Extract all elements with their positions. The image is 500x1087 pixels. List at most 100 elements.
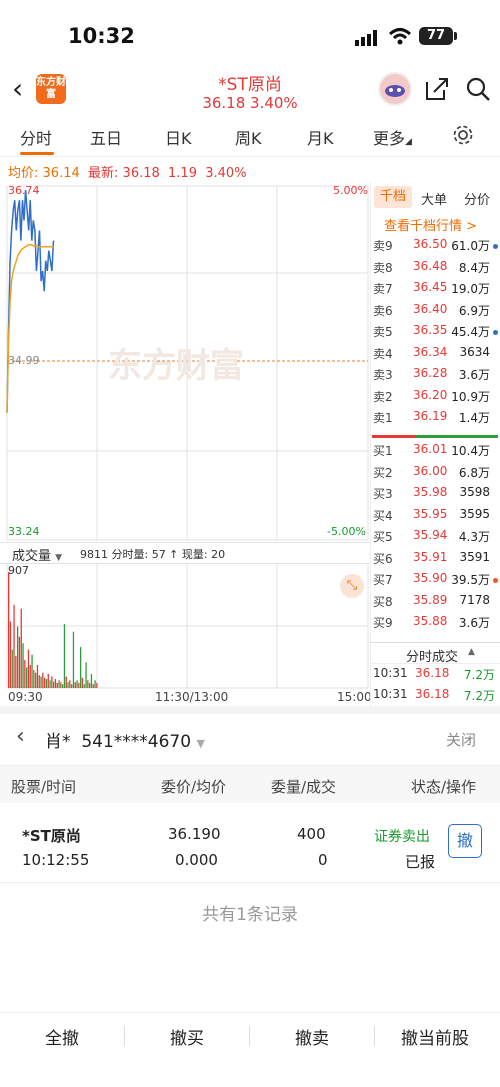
orderbook-row[interactable]: 卖6 36.40 6.9万 bbox=[370, 302, 500, 323]
orderbook-volume: 6.8万 bbox=[458, 465, 490, 480]
col-header-price: 委价/均价 bbox=[161, 778, 227, 796]
expand-icon[interactable]: ⤡ bbox=[340, 574, 364, 598]
orderbook-level: 卖6 bbox=[373, 303, 393, 318]
orderbook-row[interactable]: 买8 35.89 7178 bbox=[370, 593, 500, 614]
tab-weekly-k[interactable]: 周K bbox=[235, 125, 262, 149]
orderbook-volume: 39.5万 bbox=[451, 573, 490, 587]
volume-bar bbox=[35, 672, 37, 688]
orderbook-price: 35.90 bbox=[413, 571, 448, 585]
row-filled: 0 bbox=[318, 851, 328, 869]
orderbook-level: 卖9 bbox=[373, 239, 393, 253]
y-mid-label: 34.99 bbox=[8, 354, 40, 367]
orderbook-row[interactable]: 买6 35.91 3591 bbox=[370, 550, 500, 571]
view-thousand-level-link[interactable]: 查看千档行情 > bbox=[384, 215, 477, 234]
gear-icon[interactable] bbox=[452, 124, 474, 146]
share-icon[interactable] bbox=[424, 76, 450, 102]
orderbook-level: 买9 bbox=[373, 616, 393, 630]
tab-price-distribution[interactable]: 分价 bbox=[464, 189, 490, 208]
orderbook-volume: 3591 bbox=[459, 549, 490, 564]
tab-daily-k[interactable]: 日K bbox=[165, 125, 192, 149]
cancel-order-button[interactable]: 撤 bbox=[448, 824, 482, 858]
orderbook-row[interactable]: 卖5 36.35 45.4万 bbox=[370, 323, 500, 344]
volume-bar bbox=[76, 680, 78, 688]
volume-chart-svg bbox=[6, 564, 369, 689]
volume-dropdown[interactable]: 成交量 ▼ bbox=[12, 545, 62, 564]
orderbook-row[interactable]: 买1 36.01 10.4万 bbox=[370, 442, 500, 463]
orderbook-volume: 3634 bbox=[459, 344, 490, 359]
bid-list: 买1 36.01 10.4万 买2 36.00 6.8万 买3 35.98 3598 买4 35.9… bbox=[370, 442, 500, 642]
orderbook-row[interactable]: 卖4 36.34 3634 bbox=[370, 345, 500, 366]
volume-bar bbox=[65, 676, 67, 688]
row-stock-name: *ST原尚 bbox=[22, 827, 81, 845]
ticks-header[interactable]: 分时成交 ▲ bbox=[370, 642, 500, 665]
row-status: 证券卖出 bbox=[374, 829, 430, 845]
divider bbox=[0, 882, 500, 883]
tab-monthly-k[interactable]: 月K bbox=[307, 125, 334, 149]
orderbook-row[interactable]: 买4 35.95 3595 bbox=[370, 507, 500, 528]
volume-bar bbox=[38, 675, 40, 688]
volume-bar bbox=[11, 649, 13, 688]
orderbook-row[interactable]: 买2 36.00 6.8万 bbox=[370, 464, 500, 485]
orderbook-volume: 6.9万 bbox=[458, 303, 490, 318]
volume-bar bbox=[71, 684, 73, 688]
pct-high-label: 5.00% bbox=[333, 184, 368, 197]
tab-big-orders[interactable]: 大单 bbox=[421, 189, 447, 208]
close-button[interactable]: 关闭 bbox=[446, 729, 476, 750]
avatar[interactable] bbox=[378, 72, 412, 106]
row-time: 10:12:55 bbox=[22, 851, 90, 869]
orderbook-row[interactable]: 卖1 36.19 1.4万 bbox=[370, 409, 500, 430]
orderbook-volume: 3.6万 bbox=[458, 368, 490, 382]
orderbook-level: 买2 bbox=[373, 465, 393, 480]
price-chart[interactable]: 东方财富 36.74 5.00% 34.99 33.24 -5.00% bbox=[0, 182, 370, 542]
orderbook-price: 36.19 bbox=[413, 409, 448, 423]
orderbook-price: 36.34 bbox=[413, 344, 448, 359]
cancel-current-stock-button[interactable]: 撤当前股 bbox=[401, 1024, 469, 1049]
volume-bar bbox=[13, 604, 15, 688]
divider bbox=[374, 1026, 375, 1046]
row-price: 36.190 bbox=[168, 825, 221, 843]
cancel-buys-button[interactable]: 撤买 bbox=[170, 1024, 204, 1049]
orderbook-row[interactable]: 买3 35.98 3598 bbox=[370, 485, 500, 506]
volume-bar bbox=[54, 679, 57, 688]
volume-bar bbox=[29, 665, 31, 688]
tab-more[interactable]: 更多◢ bbox=[373, 125, 412, 149]
divider bbox=[0, 1012, 500, 1013]
volume-bar bbox=[26, 667, 28, 688]
x-label-close: 15:00 bbox=[337, 690, 372, 704]
orderbook-level: 卖7 bbox=[373, 282, 393, 296]
tab-five-day[interactable]: 五日 bbox=[90, 125, 122, 149]
tab-active-indicator bbox=[20, 152, 54, 155]
cancel-all-button[interactable]: 全撤 bbox=[45, 1024, 79, 1049]
battery-icon: 77 bbox=[419, 27, 453, 45]
volume-bar bbox=[24, 659, 26, 688]
orderbook-price: 36.20 bbox=[413, 387, 448, 402]
orderbook-price: 35.98 bbox=[413, 485, 448, 499]
orderbook-volume: 61.0万 bbox=[451, 239, 490, 253]
volume-bar bbox=[72, 631, 75, 688]
volume-bar bbox=[78, 682, 80, 688]
orderbook-row[interactable]: 买7 35.90 39.5万 bbox=[370, 571, 500, 592]
orderbook-level: 买7 bbox=[373, 573, 393, 587]
orderbook-row[interactable]: 卖3 36.28 3.6万 bbox=[370, 366, 500, 387]
tab-intraday[interactable]: 分时 bbox=[20, 125, 52, 149]
volume-chart[interactable]: 907 ⤡ bbox=[0, 564, 370, 689]
volume-bar bbox=[67, 682, 69, 688]
account-back-icon[interactable]: ‹ bbox=[16, 724, 25, 749]
orderbook-row[interactable]: 卖2 36.20 10.9万 bbox=[370, 388, 500, 409]
ask-strength-bar bbox=[372, 435, 416, 438]
volume-bar bbox=[94, 680, 96, 688]
tab-thousand-level[interactable]: 千档 bbox=[374, 186, 412, 208]
orderbook-price: 35.94 bbox=[413, 528, 448, 542]
orderbook-row[interactable]: 卖7 36.45 19.0万 bbox=[370, 280, 500, 301]
orderbook-volume: 10.4万 bbox=[451, 444, 490, 458]
orderbook-row[interactable]: 卖8 36.48 8.4万 bbox=[370, 259, 500, 280]
search-icon[interactable] bbox=[465, 76, 491, 102]
ask-list: 卖9 36.50 61.0万 卖8 36.48 8.4万 卖7 36.45 19.0万 卖6 36.… bbox=[370, 237, 500, 432]
orderbook-row[interactable]: 买9 35.88 3.6万 bbox=[370, 614, 500, 635]
account-selector[interactable]: 肖* 541****4670 ▼ bbox=[45, 727, 205, 752]
price-chart-svg: 东方财富 bbox=[6, 185, 369, 541]
cancel-sells-button[interactable]: 撤卖 bbox=[295, 1024, 329, 1049]
orderbook-row[interactable]: 买5 35.94 4.3万 bbox=[370, 528, 500, 549]
divider bbox=[249, 1026, 250, 1046]
orderbook-row[interactable]: 卖9 36.50 61.0万 bbox=[370, 237, 500, 258]
